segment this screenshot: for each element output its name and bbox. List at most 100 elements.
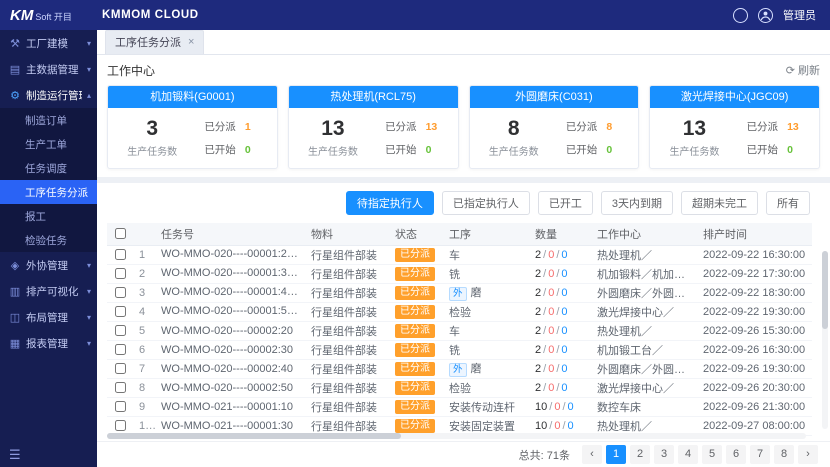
page-button-5[interactable]: 5 bbox=[702, 445, 722, 464]
sidebar-item-manufacturing-ops[interactable]: ⚙制造运行管理▴ bbox=[0, 82, 97, 108]
row-checkbox[interactable] bbox=[115, 401, 126, 412]
sidebar-item-master-data[interactable]: ▤主数据管理▾ bbox=[0, 56, 97, 82]
page-button-2[interactable]: 2 bbox=[630, 445, 650, 464]
page-button-3[interactable]: 3 bbox=[654, 445, 674, 464]
help-icon[interactable] bbox=[733, 8, 748, 23]
sidebar-subitem-process-task-dispatch[interactable]: 工序任务分派 bbox=[0, 180, 97, 204]
prev-page-button[interactable]: ‹ bbox=[582, 445, 602, 464]
row-checkbox[interactable] bbox=[115, 420, 126, 431]
card-stats: 已分派13已开始0 bbox=[735, 119, 815, 157]
workcenter-card[interactable]: 热处理机(RCL75)13生产任务数已分派13已开始0 bbox=[288, 85, 459, 169]
qty-plan: 2 bbox=[535, 382, 541, 394]
hamburger-icon[interactable]: ☰ bbox=[9, 447, 21, 463]
filter-button-assigned[interactable]: 已指定执行人 bbox=[442, 191, 530, 215]
sidebar-item-report-management[interactable]: ▦报表管理▾ bbox=[0, 330, 97, 356]
user-avatar-icon[interactable] bbox=[758, 8, 773, 23]
current-user-label[interactable]: 管理员 bbox=[783, 7, 816, 23]
quantity-cell: 2/0/0 bbox=[529, 302, 591, 321]
close-icon[interactable]: × bbox=[188, 36, 194, 48]
filter-button-pending-assignee[interactable]: 待指定执行人 bbox=[346, 191, 434, 215]
qty-separator: / bbox=[543, 325, 546, 337]
table-row[interactable]: 3WO-MMO-020----00001:40超期行星组件部装已分派外磨2/0/… bbox=[107, 283, 812, 302]
sidebar-subitem-inspection-task[interactable]: 检验任务 bbox=[0, 228, 97, 252]
sidebar-subitem-task-scheduling[interactable]: 任务调度 bbox=[0, 156, 97, 180]
row-checkbox[interactable] bbox=[115, 249, 126, 260]
workcenter-card[interactable]: 激光焊接中心(JGC09)13生产任务数已分派13已开始0 bbox=[649, 85, 820, 169]
workcenter-card[interactable]: 外圆磨床(C031)8生产任务数已分派8已开始0 bbox=[469, 85, 640, 169]
task-count-label: 生产任务数 bbox=[293, 143, 373, 158]
material-cell: 行星组件部装 bbox=[305, 245, 389, 264]
qty-separator: / bbox=[556, 325, 559, 337]
row-checkbox[interactable] bbox=[115, 363, 126, 374]
table-row[interactable]: 1WO-MMO-020----00001:20超期行星组件部装已分派车2/0/0… bbox=[107, 245, 812, 264]
material-cell: 行星组件部装 bbox=[305, 321, 389, 340]
process-cell: 车 bbox=[443, 245, 529, 264]
task-number: WO-MMO-020----00001:30 bbox=[161, 267, 298, 279]
sidebar-item-layout-management[interactable]: ◫布局管理▾ bbox=[0, 304, 97, 330]
page-button-7[interactable]: 7 bbox=[750, 445, 770, 464]
row-checkbox[interactable] bbox=[115, 382, 126, 393]
row-checkbox[interactable] bbox=[115, 344, 126, 355]
quantity-cell: 2/0/0 bbox=[529, 283, 591, 302]
tab-process-task-dispatch[interactable]: 工序任务分派 × bbox=[105, 30, 204, 54]
process-cell: 检验 bbox=[443, 302, 529, 321]
task-number-cell: WO-MMO-021----00001:10 bbox=[155, 397, 305, 416]
horizontal-scrollbar-thumb[interactable] bbox=[107, 433, 401, 439]
table-row[interactable]: 2WO-MMO-020----00001:30超期行星组件部装已分派铣2/0/0… bbox=[107, 264, 812, 283]
workcenter-cell: 机加锻工台／ bbox=[591, 340, 697, 359]
sidebar-submenu: 制造订单生产工单任务调度工序任务分派报工检验任务 bbox=[0, 108, 97, 252]
page-button-1[interactable]: 1 bbox=[606, 445, 626, 464]
status-badge: 已分派 bbox=[395, 381, 435, 395]
table-row[interactable]: 7WO-MMO-020----00002:40行星组件部装已分派外磨2/0/0外… bbox=[107, 359, 812, 378]
table-row[interactable]: 6WO-MMO-020----00002:30行星组件部装已分派铣2/0/0机加… bbox=[107, 340, 812, 359]
row-checkbox-cell bbox=[107, 397, 133, 416]
filter-button-started[interactable]: 已开工 bbox=[538, 191, 593, 215]
filter-button-all[interactable]: 所有 bbox=[766, 191, 810, 215]
sidebar-item-scheduling-viz[interactable]: ▥排产可视化▾ bbox=[0, 278, 97, 304]
qty-done: 0 bbox=[548, 268, 554, 280]
qty-rest: 0 bbox=[561, 268, 567, 280]
sidebar-subitem-production-order[interactable]: 生产工单 bbox=[0, 132, 97, 156]
page-button-4[interactable]: 4 bbox=[678, 445, 698, 464]
sidebar-item-label: 制造运行管理 bbox=[26, 88, 82, 103]
table-row[interactable]: 5WO-MMO-020----00002:20行星组件部装已分派车2/0/0热处… bbox=[107, 321, 812, 340]
vertical-scrollbar-thumb[interactable] bbox=[822, 251, 828, 329]
row-checkbox[interactable] bbox=[115, 325, 126, 336]
table-row[interactable]: 9WO-MMO-021----00001:10行星组件部装已分派安装传动连杆10… bbox=[107, 397, 812, 416]
task-count-value: 13 bbox=[293, 118, 373, 140]
table-row[interactable]: 4WO-MMO-020----00001:50超期行星组件部装已分派检验2/0/… bbox=[107, 302, 812, 321]
task-number: WO-MMO-020----00002:40 bbox=[161, 363, 293, 375]
task-count-label: 生产任务数 bbox=[112, 143, 192, 158]
sidebar-subitem-manufacturing-order[interactable]: 制造订单 bbox=[0, 108, 97, 132]
filter-button-overdue-unfinished[interactable]: 超期未完工 bbox=[681, 191, 758, 215]
row-checkbox[interactable] bbox=[115, 306, 126, 317]
next-page-button[interactable]: › bbox=[798, 445, 818, 464]
qty-separator: / bbox=[543, 382, 546, 394]
row-index: 3 bbox=[133, 283, 155, 302]
sidebar-subitem-report-work[interactable]: 报工 bbox=[0, 204, 97, 228]
workcenter-card[interactable]: 机加锻料(G0001)3生产任务数已分派1已开始0 bbox=[107, 85, 278, 169]
filter-button-due-3days[interactable]: 3天内到期 bbox=[601, 191, 673, 215]
sidebar-item-factory-modeling[interactable]: ⚒工厂建模▾ bbox=[0, 30, 97, 56]
tab-label: 工序任务分派 bbox=[115, 34, 181, 50]
table-row[interactable]: 8WO-MMO-020----00002:50行星组件部装已分派检验2/0/0激… bbox=[107, 378, 812, 397]
quantity-cell: 2/0/0 bbox=[529, 321, 591, 340]
status-badge: 已分派 bbox=[395, 305, 435, 319]
task-number: WO-MMO-021----00001:10 bbox=[161, 401, 293, 413]
started-row: 已开始0 bbox=[566, 142, 623, 157]
process-name: 磨 bbox=[471, 363, 482, 375]
row-index: 2 bbox=[133, 264, 155, 283]
chevron-down-icon: ▾ bbox=[87, 339, 91, 348]
started-row: 已开始0 bbox=[747, 142, 804, 157]
row-checkbox[interactable] bbox=[115, 268, 126, 279]
status-cell: 已分派 bbox=[389, 283, 443, 302]
horizontal-scrollbar bbox=[107, 433, 806, 439]
page-button-6[interactable]: 6 bbox=[726, 445, 746, 464]
refresh-button[interactable]: ⟳ 刷新 bbox=[786, 62, 820, 78]
sidebar-item-outsourcing[interactable]: ◈外协管理▾ bbox=[0, 252, 97, 278]
select-all-checkbox[interactable] bbox=[115, 228, 126, 239]
row-checkbox[interactable] bbox=[115, 287, 126, 298]
chevron-up-icon: ▴ bbox=[87, 91, 91, 100]
chevron-down-icon: ▾ bbox=[87, 287, 91, 296]
page-button-8[interactable]: 8 bbox=[774, 445, 794, 464]
